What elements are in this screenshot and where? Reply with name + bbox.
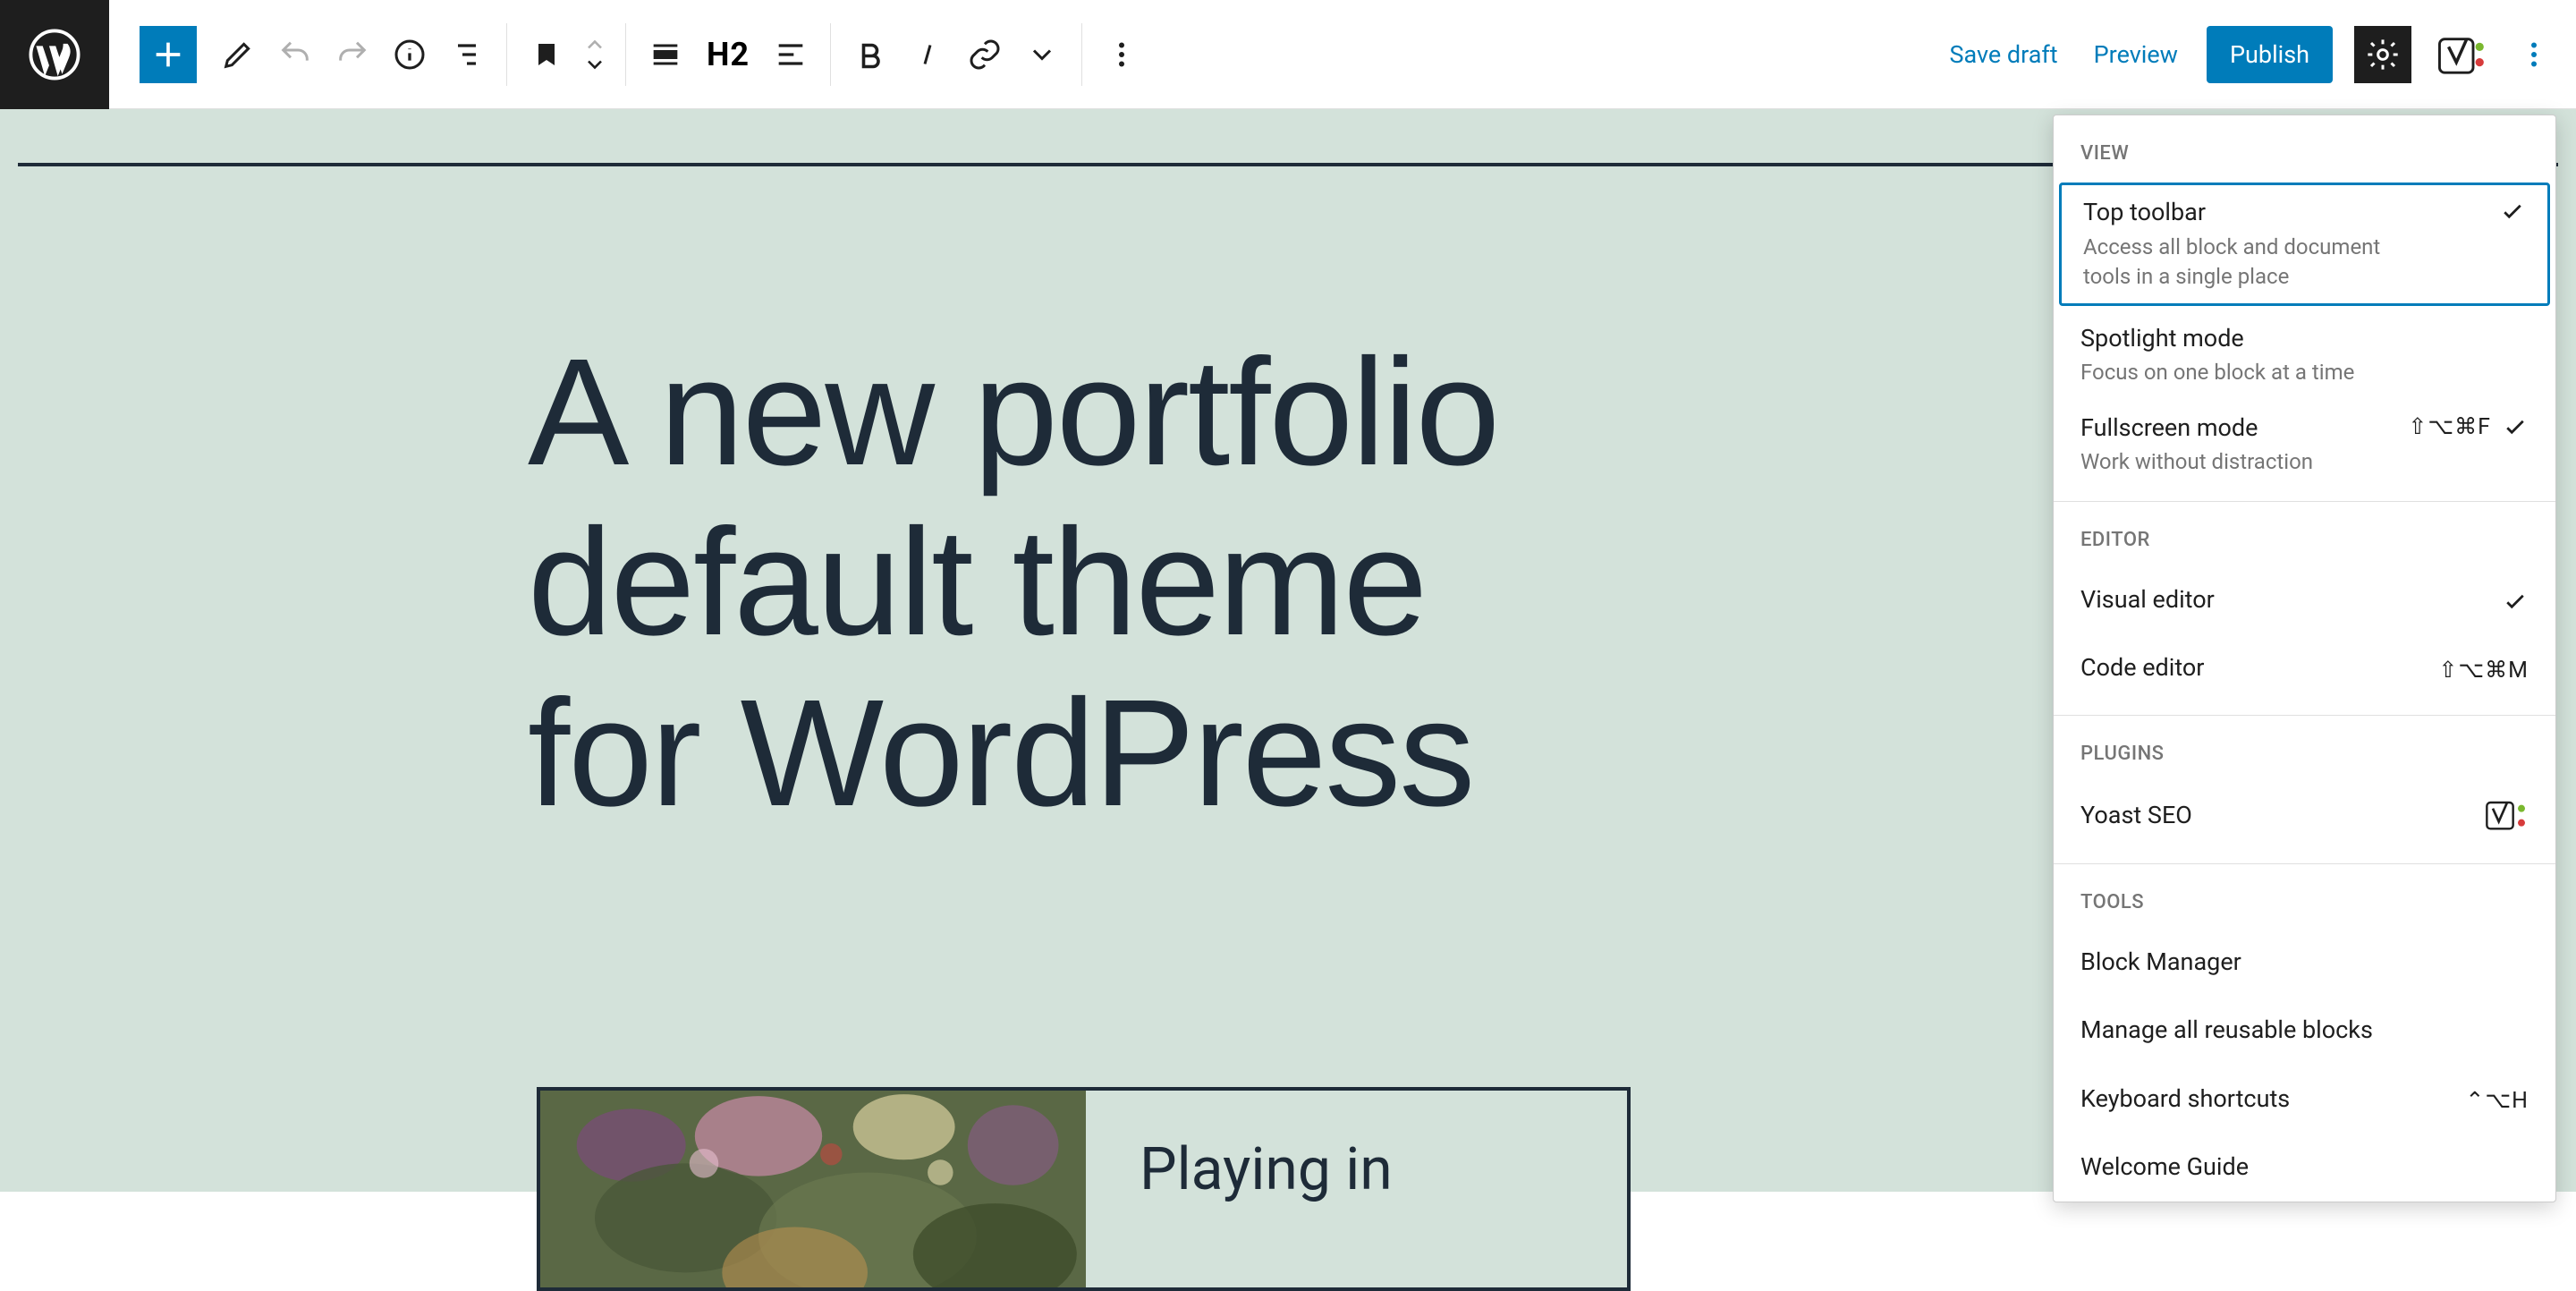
dropdown-section-title: EDITOR <box>2054 502 2555 565</box>
yoast-button[interactable] <box>2433 26 2490 83</box>
wordpress-logo-button[interactable] <box>0 0 109 109</box>
media-text-block[interactable]: Playing in <box>537 1087 1631 1291</box>
list-view-icon <box>449 37 485 72</box>
align-left-icon <box>773 37 809 72</box>
move-block-buttons[interactable] <box>575 26 614 83</box>
info-icon <box>392 37 428 72</box>
menu-item-shortcut: ⇧⌥⌘F <box>2408 413 2491 440</box>
more-menu-dropdown: VIEW Top toolbar Access all block and do… <box>2053 115 2556 1202</box>
menu-item-label: Keyboard shortcuts <box>2080 1081 2290 1117</box>
dropdown-section-title: VIEW <box>2054 115 2555 179</box>
undo-icon <box>277 37 313 72</box>
gear-icon <box>2365 37 2401 72</box>
check-icon <box>2502 588 2529 615</box>
menu-item-label: Spotlight mode <box>2080 320 2493 357</box>
more-vertical-icon <box>2518 38 2550 71</box>
chevron-down-icon <box>582 55 607 74</box>
menu-item-label: Code editor <box>2080 650 2204 686</box>
outline-button[interactable] <box>438 26 496 83</box>
heading-level-button[interactable]: H2 <box>694 36 762 73</box>
tools-button[interactable] <box>209 26 267 83</box>
menu-item-label: Manage all reusable blocks <box>2080 1012 2373 1049</box>
bold-icon <box>854 38 886 71</box>
menu-item-code-editor[interactable]: Code editor ⇧⌥⌘M <box>2054 633 2555 702</box>
menu-item-desc: Access all block and document tools in a… <box>2083 233 2423 293</box>
chevron-up-icon <box>582 35 607 55</box>
redo-button[interactable] <box>324 26 381 83</box>
menu-item-label: Fullscreen mode <box>2080 410 2408 446</box>
more-formatting-button[interactable] <box>1013 26 1071 83</box>
menu-item-welcome-guide[interactable]: Welcome Guide <box>2054 1133 2555 1202</box>
menu-item-desc: Focus on one block at a time <box>2080 358 2420 388</box>
menu-item-spotlight-mode[interactable]: Spotlight mode Focus on one block at a t… <box>2054 310 2555 399</box>
block-type-button[interactable] <box>518 26 575 83</box>
block-options-button[interactable] <box>1093 26 1150 83</box>
menu-item-manage-reusable-blocks[interactable]: Manage all reusable blocks <box>2054 996 2555 1065</box>
add-block-button[interactable] <box>140 26 197 83</box>
bookmark-icon <box>530 38 563 71</box>
info-button[interactable] <box>381 26 438 83</box>
more-vertical-icon <box>1106 38 1138 71</box>
link-button[interactable] <box>956 26 1013 83</box>
text-align-button[interactable] <box>762 26 819 83</box>
media-text-caption: Playing in <box>1140 1135 1393 1204</box>
settings-button[interactable] <box>2354 26 2411 83</box>
check-icon <box>2502 413 2529 440</box>
media-text-content[interactable]: Playing in <box>1086 1091 1627 1287</box>
undo-button[interactable] <box>267 26 324 83</box>
link-icon <box>967 37 1003 72</box>
save-draft-button[interactable]: Save draft <box>1942 31 2064 78</box>
menu-item-visual-editor[interactable]: Visual editor <box>2054 565 2555 634</box>
yoast-icon <box>2486 799 2529 835</box>
pencil-icon <box>220 37 256 72</box>
menu-item-block-manager[interactable]: Block Manager <box>2054 928 2555 997</box>
dropdown-section-title: PLUGINS <box>2054 716 2555 779</box>
publish-button[interactable]: Publish <box>2207 26 2333 83</box>
menu-item-fullscreen-mode[interactable]: Fullscreen mode Work without distraction… <box>2054 399 2555 488</box>
italic-icon <box>911 38 944 71</box>
plus-icon <box>150 37 186 72</box>
yoast-icon <box>2438 31 2485 78</box>
editor-top-toolbar: H2 <box>0 0 2576 109</box>
preview-button[interactable]: Preview <box>2087 31 2185 78</box>
painting-placeholder <box>540 1091 1086 1287</box>
media-image[interactable] <box>540 1091 1086 1287</box>
menu-item-shortcut: ⇧⌥⌘M <box>2438 657 2529 684</box>
menu-item-top-toolbar[interactable]: Top toolbar Access all block and documen… <box>2059 183 2550 306</box>
align-wide-button[interactable] <box>637 26 694 83</box>
italic-button[interactable] <box>899 26 956 83</box>
chevron-down-icon <box>1026 38 1058 71</box>
redo-icon <box>335 37 370 72</box>
menu-item-label: Visual editor <box>2080 582 2215 618</box>
menu-item-yoast-seo[interactable]: Yoast SEO <box>2054 779 2555 851</box>
more-menu-button[interactable] <box>2512 26 2556 83</box>
align-wide-icon <box>648 37 683 72</box>
menu-item-shortcut: ⌃⌥H <box>2465 1087 2529 1114</box>
menu-item-label: Welcome Guide <box>2080 1149 2249 1185</box>
menu-item-keyboard-shortcuts[interactable]: Keyboard shortcuts ⌃⌥H <box>2054 1065 2555 1134</box>
menu-item-label: Block Manager <box>2080 944 2241 981</box>
dropdown-section-title: TOOLS <box>2054 864 2555 928</box>
wordpress-icon <box>29 29 80 81</box>
bold-button[interactable] <box>842 26 899 83</box>
check-icon <box>2499 198 2526 225</box>
menu-item-desc: Work without distraction <box>2080 447 2408 478</box>
menu-item-label: Top toolbar <box>2083 194 2490 231</box>
menu-item-label: Yoast SEO <box>2080 797 2192 834</box>
